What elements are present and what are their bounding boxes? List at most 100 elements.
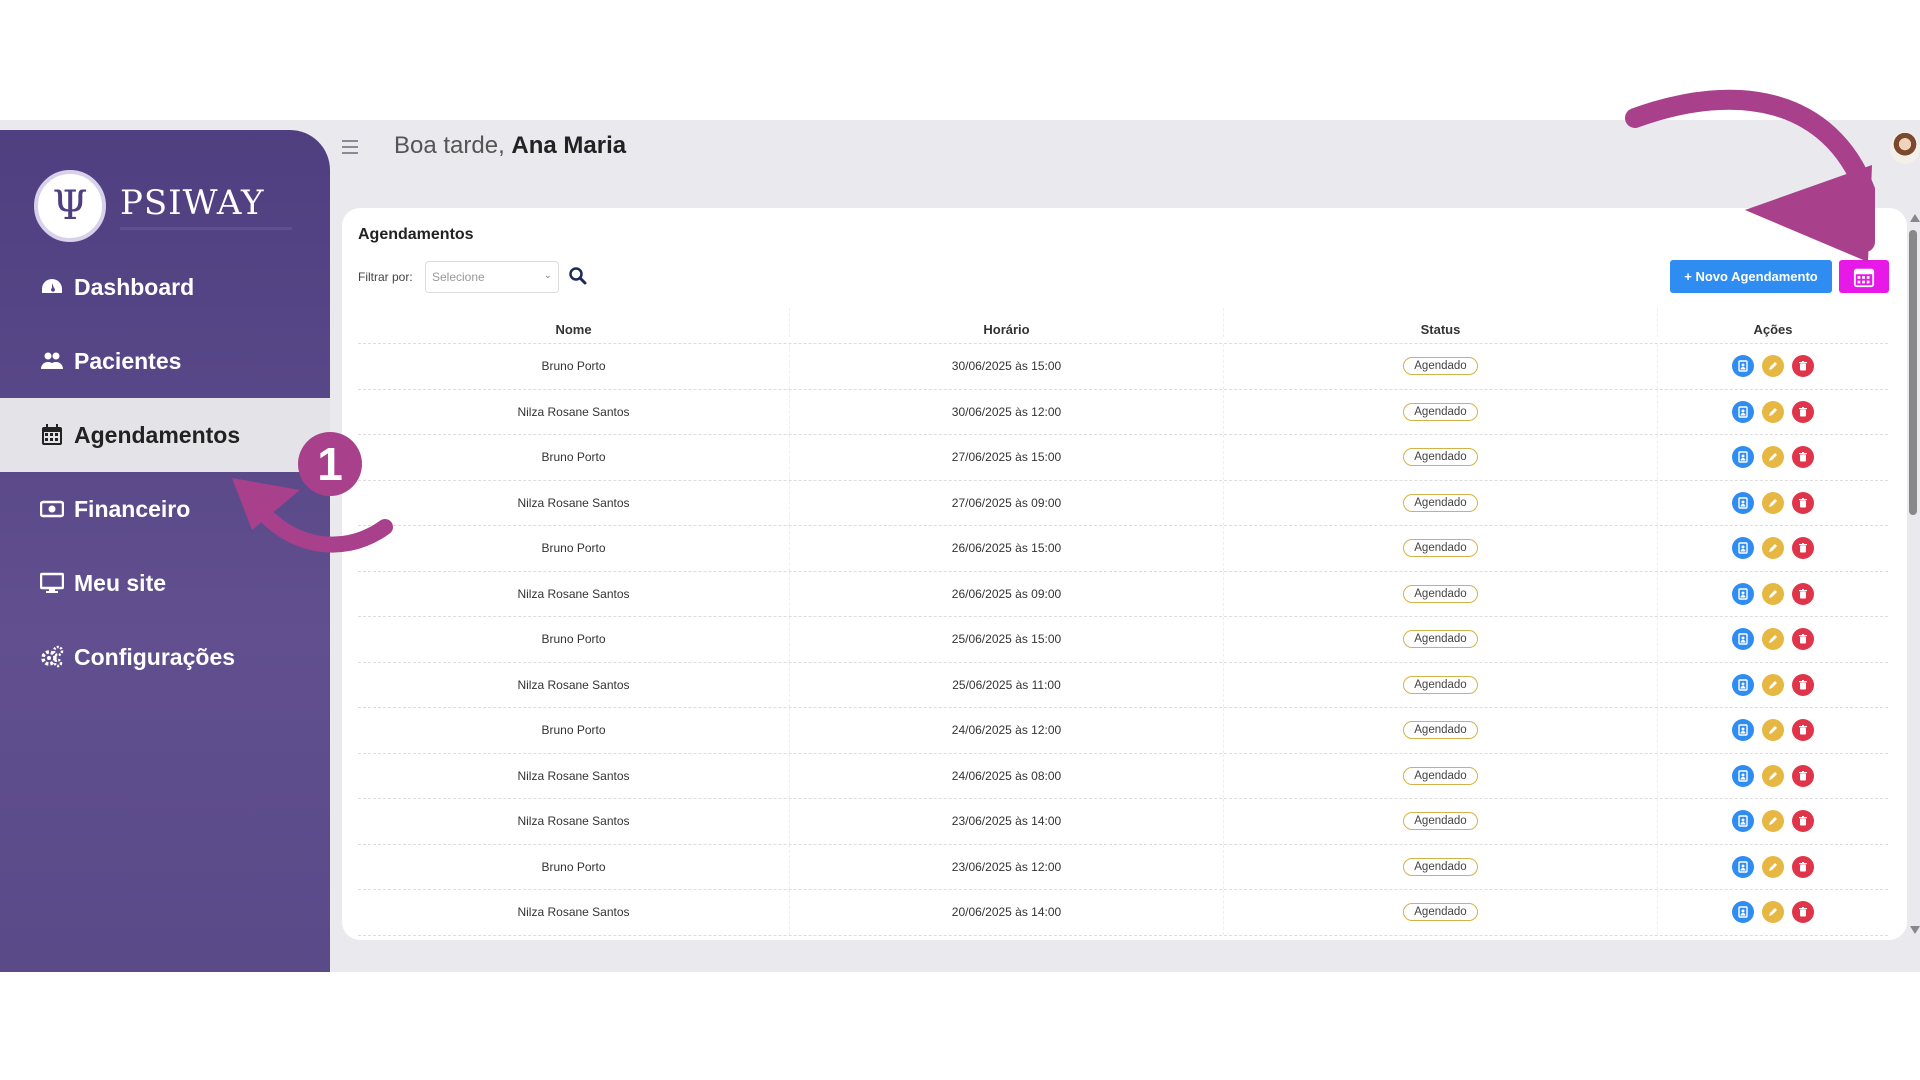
brand-logo[interactable]: Ψ PSIWAY (34, 170, 292, 242)
monitor-icon (40, 571, 64, 595)
brand-name: PSIWAY (120, 182, 265, 223)
status-badge: Agendado (1403, 493, 1478, 512)
table-row: Nilza Rosane Santos 20/06/2025 às 14:00 Ag… (358, 890, 1888, 936)
sidebar-item-configuracoes[interactable]: Configurações (0, 620, 330, 694)
cell-status: Agendado (1224, 662, 1658, 707)
sidebar-item-meu-site[interactable]: Meu site (0, 546, 330, 620)
status-badge: Agendado (1403, 539, 1478, 558)
cell-status: Agendado (1224, 617, 1658, 662)
cell-acoes (1658, 799, 1888, 844)
view-patient-icon[interactable] (1732, 537, 1754, 560)
cell-nome: Nilza Rosane Santos (358, 571, 790, 616)
calendar-icon (40, 423, 64, 447)
delete-icon[interactable] (1792, 628, 1814, 651)
status-badge: Agendado (1403, 812, 1478, 831)
edit-icon[interactable] (1762, 764, 1784, 787)
cell-status: Agendado (1224, 526, 1658, 571)
gears-icon (40, 645, 64, 669)
edit-icon[interactable] (1762, 446, 1784, 469)
cell-nome: Nilza Rosane Santos (358, 389, 790, 434)
edit-icon[interactable] (1762, 400, 1784, 423)
edit-icon[interactable] (1762, 537, 1784, 560)
edit-icon[interactable] (1762, 855, 1784, 878)
scroll-up-arrow[interactable] (1910, 214, 1920, 222)
edit-icon[interactable] (1762, 582, 1784, 605)
delete-icon[interactable] (1792, 582, 1814, 605)
cell-nome: Nilza Rosane Santos (358, 662, 790, 707)
cell-status: Agendado (1224, 344, 1658, 389)
search-icon[interactable] (568, 266, 588, 286)
dashboard-icon (40, 275, 64, 299)
sidebar-item-financeiro[interactable]: Financeiro (0, 472, 330, 546)
sidebar-item-pacientes[interactable]: Pacientes (0, 324, 330, 398)
cell-acoes (1658, 890, 1888, 935)
view-patient-icon[interactable] (1732, 355, 1754, 378)
sidebar-item-agendamentos[interactable]: Agendamentos (0, 398, 330, 472)
cell-horario: 24/06/2025 às 08:00 (790, 753, 1224, 798)
delete-icon[interactable] (1792, 491, 1814, 514)
view-patient-icon[interactable] (1732, 400, 1754, 423)
new-appointment-button[interactable]: + Novo Agendamento (1670, 260, 1832, 293)
table-row: Nilza Rosane Santos 30/06/2025 às 12:00 Ag… (358, 389, 1888, 435)
table-row: Bruno Porto 27/06/2025 às 15:00 Agendado (358, 435, 1888, 481)
cell-nome: Bruno Porto (358, 617, 790, 662)
brand-tagline-bar (120, 226, 292, 230)
edit-icon[interactable] (1762, 355, 1784, 378)
edit-icon[interactable] (1762, 628, 1784, 651)
cell-horario: 25/06/2025 às 15:00 (790, 617, 1224, 662)
scrollbar-thumb[interactable] (1909, 230, 1917, 515)
cell-horario: 23/06/2025 às 12:00 (790, 844, 1224, 889)
cell-horario: 25/06/2025 às 11:00 (790, 662, 1224, 707)
view-patient-icon[interactable] (1732, 764, 1754, 787)
status-badge: Agendado (1403, 766, 1478, 785)
view-patient-icon[interactable] (1732, 855, 1754, 878)
delete-icon[interactable] (1792, 719, 1814, 742)
view-patient-icon[interactable] (1732, 673, 1754, 696)
table-row: Nilza Rosane Santos 27/06/2025 às 09:00 Ag… (358, 480, 1888, 526)
delete-icon[interactable] (1792, 764, 1814, 787)
appointments-table: Nome Horário Status Ações Bruno Porto 30/… (358, 308, 1888, 936)
delete-icon[interactable] (1792, 446, 1814, 469)
view-patient-icon[interactable] (1732, 491, 1754, 514)
edit-icon[interactable] (1762, 810, 1784, 833)
view-patient-icon[interactable] (1732, 810, 1754, 833)
cell-nome: Bruno Porto (358, 526, 790, 571)
filter-select[interactable]: Selecione ⌄ (425, 261, 559, 293)
avatar[interactable] (1890, 132, 1920, 164)
cell-nome: Bruno Porto (358, 435, 790, 480)
delete-icon[interactable] (1792, 901, 1814, 924)
user-name: Ana Maria (511, 132, 627, 159)
calendar-icon (1853, 268, 1875, 287)
sidebar-item-dashboard[interactable]: Dashboard (0, 250, 330, 324)
delete-icon[interactable] (1792, 400, 1814, 423)
delete-icon[interactable] (1792, 855, 1814, 878)
cell-horario: 30/06/2025 às 12:00 (790, 389, 1224, 434)
calendar-view-button[interactable] (1839, 260, 1889, 293)
psi-logo-icon: Ψ (34, 170, 106, 242)
view-patient-icon[interactable] (1732, 582, 1754, 605)
column-header-status[interactable]: Status (1224, 308, 1658, 337)
scroll-down-arrow[interactable] (1910, 926, 1920, 934)
edit-icon[interactable] (1762, 719, 1784, 742)
delete-icon[interactable] (1792, 810, 1814, 833)
edit-icon[interactable] (1762, 901, 1784, 924)
cell-status: Agendado (1224, 890, 1658, 935)
view-patient-icon[interactable] (1732, 719, 1754, 742)
edit-icon[interactable] (1762, 673, 1784, 696)
column-header-nome[interactable]: Nome (358, 308, 790, 337)
cell-acoes (1658, 526, 1888, 571)
delete-icon[interactable] (1792, 355, 1814, 378)
delete-icon[interactable] (1792, 673, 1814, 696)
cell-status: Agendado (1224, 708, 1658, 753)
column-header-horario[interactable]: Horário (790, 308, 1224, 337)
sidebar-item-label: Financeiro (74, 495, 191, 522)
view-patient-icon[interactable] (1732, 446, 1754, 469)
table-row: Bruno Porto 25/06/2025 às 15:00 Agendado (358, 617, 1888, 663)
menu-toggle-icon[interactable] (342, 140, 358, 154)
sidebar: Ψ PSIWAY Dashboard Pacientes Agendamento… (0, 130, 330, 972)
view-patient-icon[interactable] (1732, 628, 1754, 651)
delete-icon[interactable] (1792, 537, 1814, 560)
edit-icon[interactable] (1762, 491, 1784, 514)
view-patient-icon[interactable] (1732, 901, 1754, 924)
status-badge: Agendado (1403, 903, 1478, 922)
